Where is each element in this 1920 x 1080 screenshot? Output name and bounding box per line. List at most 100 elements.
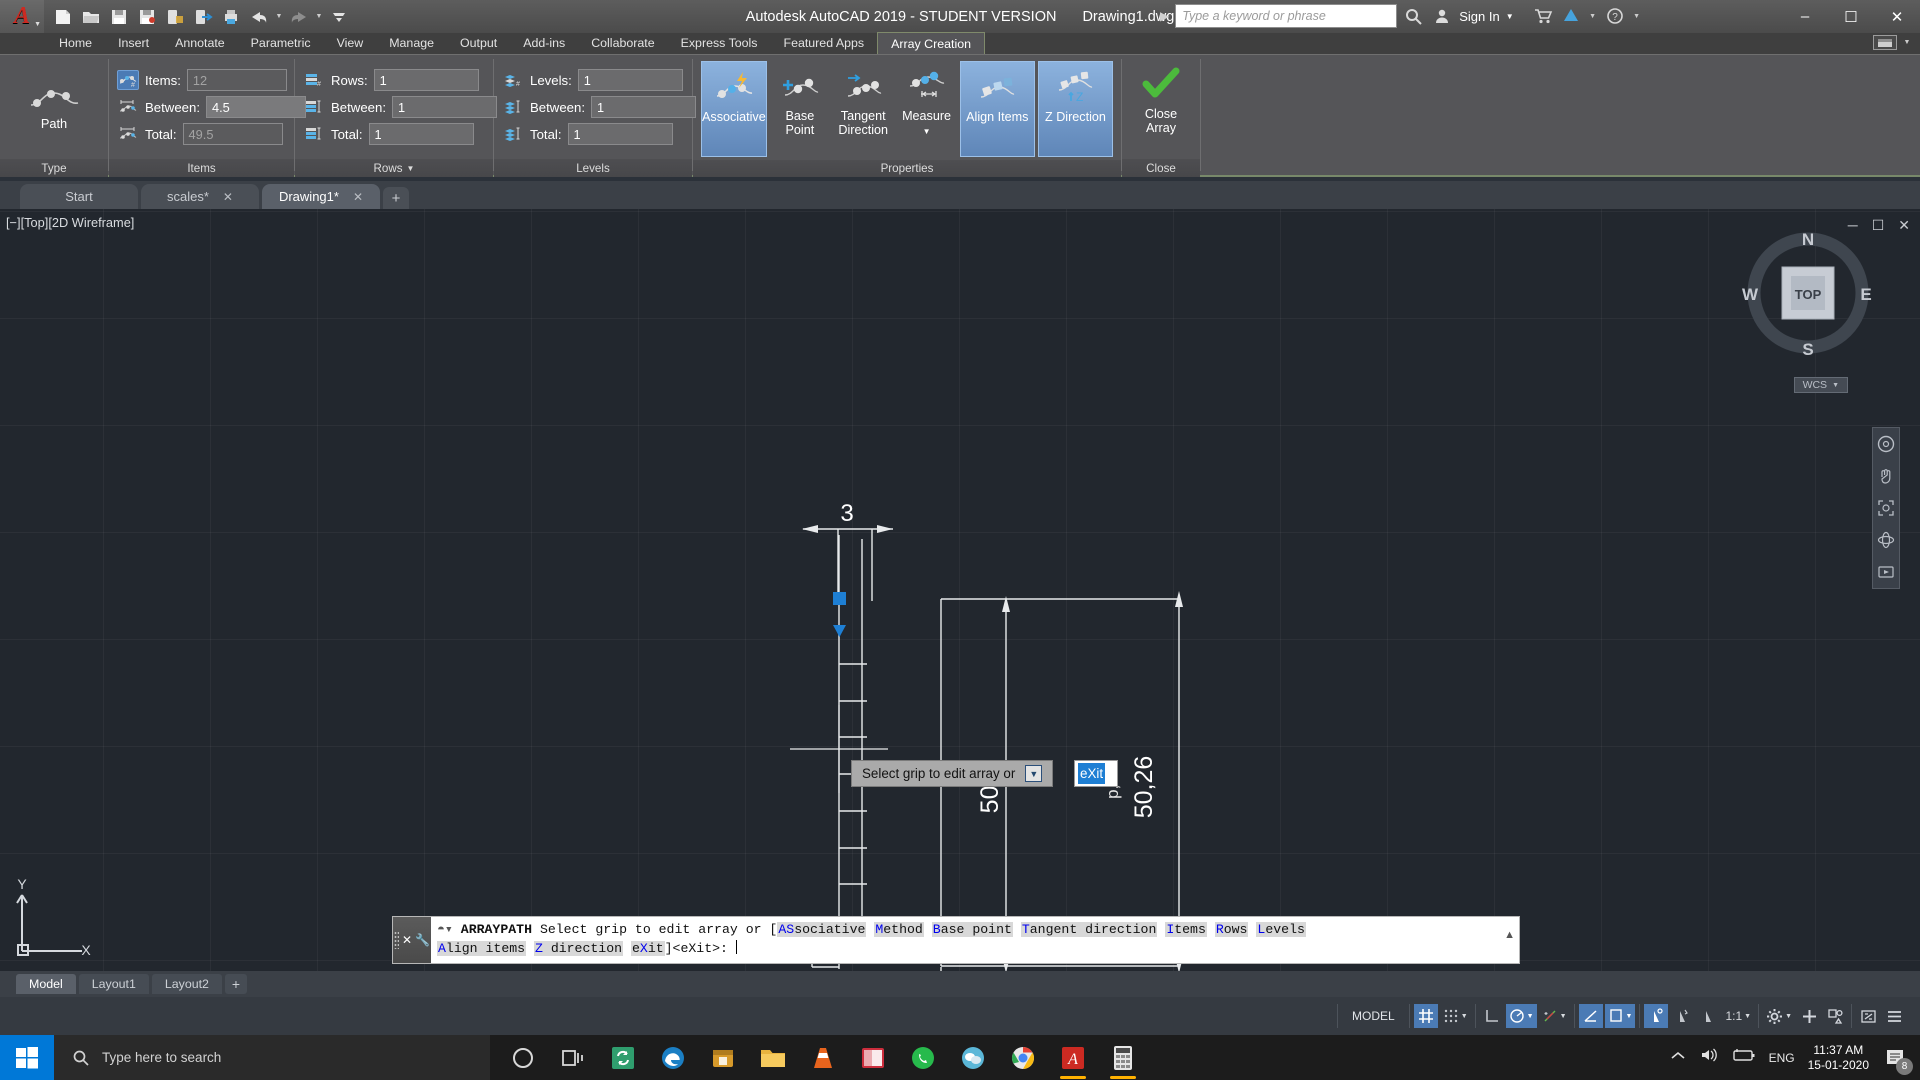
close-icon[interactable]: ✕ [353, 190, 363, 204]
annotation-scale-value[interactable]: 1:1 ▼ [1722, 1004, 1754, 1028]
showmotion-icon[interactable] [1876, 562, 1896, 582]
task-view-icon[interactable] [548, 1035, 598, 1080]
rows-between-icon[interactable] [303, 97, 325, 117]
store-icon[interactable] [698, 1035, 748, 1080]
grid-display-toggle[interactable] [1413, 1004, 1438, 1028]
drag-handle-icon[interactable] [393, 931, 399, 949]
plot-preview-icon[interactable] [162, 4, 188, 30]
tab-featured-apps[interactable]: Featured Apps [771, 32, 878, 54]
help-icon[interactable]: ? [1604, 5, 1626, 27]
tangent-direction-button[interactable]: Tangent Direction [833, 61, 893, 157]
items-between-input[interactable]: 4.5 [206, 96, 306, 118]
tab-view[interactable]: View [324, 32, 377, 54]
vlc-icon[interactable] [798, 1035, 848, 1080]
tab-array-creation[interactable]: Array Creation [877, 32, 985, 54]
volume-icon[interactable] [1699, 1046, 1719, 1069]
minimize-button[interactable]: – [1782, 0, 1828, 33]
open-icon[interactable] [78, 4, 104, 30]
chevron-down-icon[interactable]: ▼ [1461, 1013, 1468, 1020]
levels-total-input[interactable]: 1 [567, 123, 673, 145]
ortho-mode-toggle[interactable] [1480, 1004, 1504, 1028]
tab-collaborate[interactable]: Collaborate [578, 32, 667, 54]
plot-icon[interactable] [218, 4, 244, 30]
autodesk-account-icon[interactable] [1431, 5, 1453, 27]
base-point-button[interactable]: Base Point [770, 61, 830, 157]
chevron-down-icon[interactable]: ▼ [1560, 1013, 1567, 1020]
command-history-icon[interactable]: ◓▾ [437, 922, 453, 937]
maximize-button[interactable]: ☐ [1828, 0, 1874, 33]
command-scroll-icon[interactable]: ▲ [1504, 929, 1515, 941]
layout-tab-model[interactable]: Model [16, 974, 76, 994]
polar-tracking-toggle[interactable]: ▼ [1505, 1004, 1537, 1028]
view-cube[interactable]: TOP N S E W [1738, 223, 1878, 363]
sign-in-button[interactable]: Sign In ▼ [1459, 9, 1513, 24]
autoscale-toggle[interactable] [1670, 1004, 1694, 1028]
cortana-icon[interactable] [498, 1035, 548, 1080]
dynamic-input-field[interactable]: eXit [1074, 760, 1118, 787]
annotation-scale-change-toggle[interactable] [1696, 1004, 1720, 1028]
cmd-option-items[interactable]: Items [1165, 922, 1207, 937]
z-direction-button[interactable]: Z Z Direction [1037, 61, 1114, 157]
tab-insert[interactable]: Insert [105, 32, 162, 54]
model-space-button[interactable]: MODEL [1342, 1009, 1405, 1023]
command-window-handle[interactable]: ✕ 🔧 [393, 917, 431, 963]
cmd-option-rows[interactable]: Rows [1214, 922, 1249, 937]
close-button[interactable]: ✕ [1874, 0, 1920, 33]
start-button[interactable] [0, 1035, 54, 1080]
notification-center-icon[interactable]: 8 [1882, 1045, 1913, 1075]
cmd-option-align-items[interactable]: Align items [437, 941, 527, 956]
levels-count-icon[interactable]: # [502, 70, 524, 90]
layout-tab-layout2[interactable]: Layout2 [151, 974, 222, 994]
close-icon[interactable]: ✕ [402, 933, 412, 947]
rows-total-input[interactable]: 1 [368, 123, 474, 145]
calculator-icon[interactable] [1098, 1035, 1148, 1080]
levels-total-icon[interactable] [502, 124, 524, 144]
tab-parametric[interactable]: Parametric [238, 32, 324, 54]
search-input[interactable]: Type a keyword or phrase [1175, 4, 1398, 28]
file-tab-scales[interactable]: scales* ✕ [141, 184, 259, 209]
chevron-down-icon[interactable]: ▼ [923, 127, 931, 136]
save-as-icon[interactable] [134, 4, 160, 30]
close-icon[interactable]: ✕ [223, 190, 233, 204]
levels-count-input[interactable]: 1 [577, 69, 683, 91]
items-count-input[interactable]: 12 [186, 69, 287, 91]
orbit-icon[interactable] [1876, 530, 1896, 550]
rows-total-icon[interactable] [303, 124, 325, 144]
new-layout-button[interactable]: + [224, 974, 247, 994]
chrome-icon[interactable] [998, 1035, 1048, 1080]
cmd-option-associative[interactable]: ASsociative [777, 922, 867, 937]
levels-between-icon[interactable] [502, 97, 524, 117]
wcs-selector[interactable]: WCS ▼ [1793, 377, 1848, 393]
measure-button[interactable]: Measure ▼ [896, 61, 956, 157]
layout-tab-layout1[interactable]: Layout1 [78, 974, 149, 994]
undo-dropdown-icon[interactable]: ▼ [274, 13, 284, 20]
tab-home[interactable]: Home [46, 32, 105, 54]
rows-count-icon[interactable]: # [303, 70, 325, 90]
workspace-switching-gear-icon[interactable]: ▼ [1763, 1004, 1795, 1028]
object-snap-toggle[interactable] [1578, 1004, 1603, 1028]
file-tab-start[interactable]: Start [20, 184, 138, 209]
drawing-canvas[interactable]: [−][Top][2D Wireframe] ─ ☐ ✕ 3 50,6 50,2… [0, 209, 1920, 971]
sync-app-icon[interactable] [598, 1035, 648, 1080]
chevron-down-icon[interactable]: ▼ [407, 164, 415, 173]
language-indicator[interactable]: ENG [1769, 1051, 1795, 1065]
tab-add-ins[interactable]: Add-ins [510, 32, 578, 54]
cmd-option-exit[interactable]: eXit [630, 941, 665, 956]
pan-hand-icon[interactable] [1876, 466, 1896, 486]
cmd-option-z-direction[interactable]: Z direction [533, 941, 624, 956]
sketch-app-icon[interactable] [948, 1035, 998, 1080]
chevron-down-icon[interactable]: ▼ [1626, 1013, 1633, 1020]
status-menu-hamburger-icon[interactable] [1882, 1004, 1906, 1028]
chevron-down-icon[interactable]: ▼ [1902, 39, 1912, 46]
save-icon[interactable] [106, 4, 132, 30]
customization-plus-icon[interactable] [1797, 1004, 1821, 1028]
isolate-objects-icon[interactable] [1823, 1004, 1847, 1028]
items-count-icon[interactable]: # [117, 70, 139, 90]
lineweight-toggle[interactable]: ▼ [1604, 1004, 1636, 1028]
application-menu-button[interactable]: A ▼ [0, 0, 44, 33]
new-file-tab-button[interactable]: + [383, 187, 409, 209]
array-type-path-button[interactable]: Path [8, 83, 100, 131]
rows-between-input[interactable]: 1 [392, 96, 497, 118]
reader-icon[interactable] [848, 1035, 898, 1080]
autocad-icon[interactable]: A [1048, 1035, 1098, 1080]
